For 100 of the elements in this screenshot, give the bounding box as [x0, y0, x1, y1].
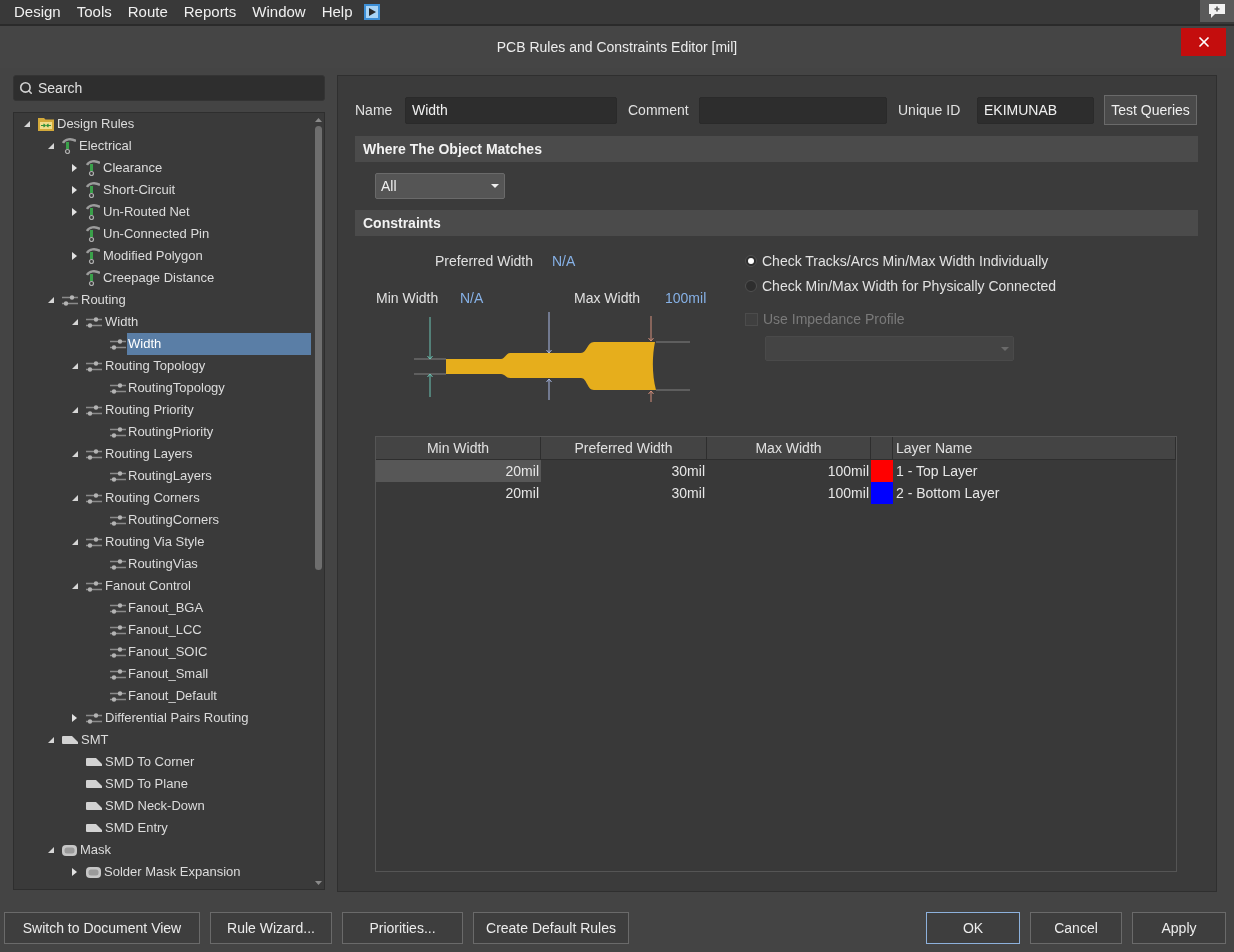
caret-right-icon[interactable] — [72, 868, 77, 876]
tree-item[interactable]: Fanout_Small — [127, 663, 211, 685]
caret-down-icon[interactable] — [72, 495, 78, 501]
tree-item[interactable]: RoutingVias — [127, 553, 200, 575]
footer-button[interactable]: Switch to Document View — [4, 912, 200, 944]
caret-down-icon[interactable] — [72, 407, 78, 413]
tree-item[interactable]: Routing — [80, 289, 128, 311]
tree-item[interactable]: SMD Neck-Down — [104, 795, 207, 817]
tree-item[interactable]: SMD To Corner — [104, 751, 197, 773]
search-icon — [19, 81, 33, 95]
menu-item[interactable]: Reports — [183, 2, 237, 22]
caret-down-icon[interactable] — [72, 363, 78, 369]
tree-item[interactable]: Fanout_Default — [127, 685, 219, 707]
dimension-arrow — [648, 390, 654, 403]
table-cell[interactable]: 1 - Top Layer — [893, 460, 1176, 482]
tree-item[interactable]: Fanout Control — [104, 575, 193, 597]
tree-item[interactable]: RoutingTopology — [127, 377, 227, 399]
pad-icon — [86, 824, 102, 832]
dimension-arrow — [546, 378, 552, 401]
scrollbar-thumb[interactable] — [314, 126, 322, 570]
tree-item[interactable]: Width — [104, 311, 141, 333]
tree-item[interactable]: Fanout_BGA — [127, 597, 206, 619]
tree-item[interactable]: Clearance — [102, 157, 165, 179]
test-queries-button[interactable]: Test Queries — [1104, 95, 1197, 125]
close-button[interactable] — [1181, 28, 1226, 56]
tree-item[interactable]: Modified Polygon — [102, 245, 205, 267]
caret-down-icon[interactable] — [72, 583, 78, 589]
tree-item[interactable]: Mask — [79, 839, 114, 861]
tree-item[interactable]: Width — [127, 333, 311, 355]
pad-icon — [86, 758, 102, 766]
text-field[interactable]: Width — [405, 96, 617, 124]
table-cell[interactable]: 100mil — [707, 482, 871, 504]
column-header[interactable]: Preferred Width — [541, 437, 707, 460]
tree-item[interactable]: Un-Connected Pin — [102, 223, 212, 245]
table-cell[interactable]: 30mil — [541, 482, 707, 504]
radio-option[interactable]: Check Tracks/Arcs Min/Max Width Individually — [745, 253, 1057, 269]
tree-item[interactable]: Routing Corners — [104, 487, 202, 509]
tree-item[interactable]: SMD Entry — [104, 817, 170, 839]
column-header[interactable]: Min Width — [376, 437, 541, 460]
tree-item[interactable]: SMD To Plane — [104, 773, 190, 795]
caret-down-icon[interactable] — [48, 143, 54, 149]
tree-item[interactable]: Routing Priority — [104, 399, 196, 421]
sliders-icon — [110, 624, 126, 636]
play-icon[interactable] — [363, 4, 380, 20]
tree-item[interactable]: Electrical — [78, 135, 134, 157]
caret-right-icon[interactable] — [72, 208, 77, 216]
tree-item[interactable]: RoutingLayers — [127, 465, 214, 487]
footer-button[interactable]: Priorities... — [342, 912, 463, 944]
hook-icon — [86, 226, 100, 242]
caret-down-icon[interactable] — [72, 539, 78, 545]
scroll-up-icon[interactable] — [314, 118, 322, 122]
tree-item[interactable]: Routing Via Style — [104, 531, 207, 553]
tree-item[interactable]: Routing Topology — [104, 355, 208, 377]
tree-item[interactable]: Routing Layers — [104, 443, 195, 465]
tree-item[interactable]: RoutingPriority — [127, 421, 216, 443]
menu-item[interactable]: Tools — [76, 2, 112, 22]
caret-down-icon[interactable] — [48, 737, 54, 743]
footer-button[interactable]: Rule Wizard... — [210, 912, 332, 944]
table-cell[interactable]: 2 - Bottom Layer — [893, 482, 1176, 504]
text-field[interactable]: EKIMUNAB — [977, 96, 1094, 124]
tree-item[interactable]: Solder Mask Expansion — [103, 861, 243, 883]
tree-item[interactable]: Fanout_LCC — [127, 619, 204, 641]
caret-down-icon[interactable] — [72, 319, 78, 325]
caret-down-icon[interactable] — [24, 121, 30, 127]
tree-item[interactable]: Short-Circuit — [102, 179, 178, 201]
tree-item[interactable]: Un-Routed Net — [102, 201, 192, 223]
caret-down-icon[interactable] — [48, 847, 54, 853]
search-field[interactable]: Search — [13, 75, 325, 101]
caret-right-icon[interactable] — [72, 252, 77, 260]
menu-item[interactable]: Design — [14, 2, 61, 22]
dialog-button[interactable]: OK — [926, 912, 1020, 944]
tree-item[interactable]: Design Rules — [56, 113, 137, 135]
sliders-icon — [86, 712, 102, 724]
caret-down-icon[interactable] — [72, 451, 78, 457]
tree-item[interactable]: SMT — [80, 729, 111, 751]
table-cell[interactable]: 20mil — [376, 460, 541, 482]
caret-down-icon[interactable] — [48, 297, 54, 303]
footer-button[interactable]: Create Default Rules — [473, 912, 629, 944]
tree-item[interactable]: RoutingCorners — [127, 509, 222, 531]
column-header[interactable]: Layer Name — [893, 437, 1176, 460]
tree-item[interactable]: Differential Pairs Routing — [104, 707, 251, 729]
radio-option[interactable]: Check Min/Max Width for Physically Connected — [745, 278, 1057, 294]
scope-dropdown[interactable]: All — [375, 173, 505, 199]
chat-add-icon[interactable] — [1200, 0, 1234, 22]
dialog-button[interactable]: Cancel — [1030, 912, 1122, 944]
table-cell[interactable]: 20mil — [376, 482, 541, 504]
menu-item[interactable]: Help — [321, 2, 353, 22]
scroll-down-icon[interactable] — [314, 881, 322, 885]
caret-right-icon[interactable] — [72, 186, 77, 194]
column-header[interactable]: Max Width — [707, 437, 871, 460]
hook-icon — [62, 138, 76, 154]
caret-right-icon[interactable] — [72, 164, 77, 172]
menu-item[interactable]: Route — [127, 2, 168, 22]
table-cell[interactable]: 100mil — [707, 460, 871, 482]
dialog-button[interactable]: Apply — [1132, 912, 1226, 944]
caret-right-icon[interactable] — [72, 714, 77, 722]
tree-item[interactable]: Creepage Distance — [102, 267, 217, 289]
table-cell[interactable]: 30mil — [541, 460, 707, 482]
tree-item[interactable]: Fanout_SOIC — [127, 641, 210, 663]
menu-item[interactable]: Window — [252, 2, 306, 22]
